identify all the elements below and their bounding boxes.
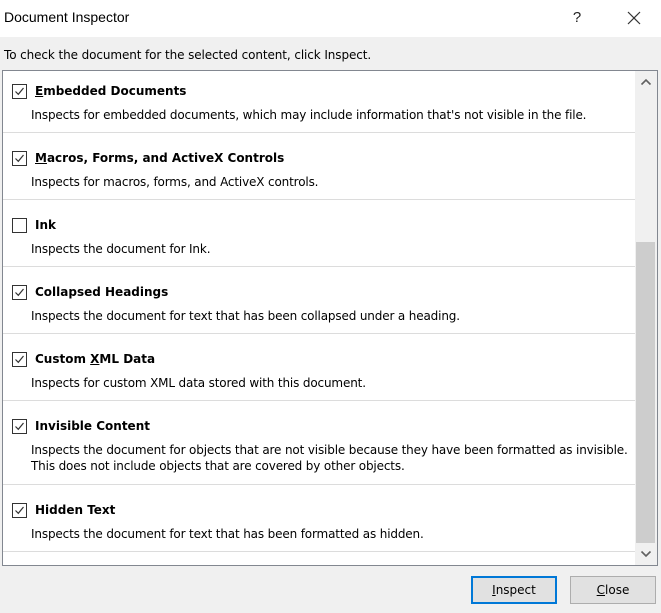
label-accelerator: E	[35, 84, 44, 98]
help-button[interactable]: ?	[566, 6, 588, 30]
label-text: acros, Forms, and ActiveX Controls	[46, 151, 285, 165]
option-description: Inspects the document for text that has …	[31, 527, 424, 541]
close-accelerator: C	[596, 583, 606, 597]
option-description: Inspects for macros, forms, and ActiveX …	[31, 175, 319, 189]
label-text: Ink	[35, 218, 56, 232]
option-label[interactable]: Embedded Documents	[35, 84, 186, 98]
label-text: Invisible Content	[35, 419, 150, 433]
close-label-post: lose	[605, 583, 630, 597]
inspection-options-list: Embedded Documents Inspects for embedded …	[2, 70, 658, 566]
close-window-button[interactable]	[622, 6, 646, 30]
options-items: Embedded Documents Inspects for embedded …	[3, 71, 635, 552]
inspect-button[interactable]: Inspect	[471, 576, 557, 604]
option-label[interactable]: Invisible Content	[35, 419, 150, 433]
option-label[interactable]: Hidden Text	[35, 503, 115, 517]
label-text: Custom	[35, 352, 91, 366]
option-checkbox[interactable]	[12, 151, 27, 166]
option-item: Embedded Documents Inspects for embedded …	[3, 71, 635, 133]
option-description: Inspects the document for objects that a…	[31, 443, 628, 457]
option-label[interactable]: Collapsed Headings	[35, 285, 168, 299]
option-item: Macros, Forms, and ActiveX Controls Inspe…	[3, 133, 635, 200]
scroll-up-button[interactable]	[635, 71, 657, 93]
close-button[interactable]: Close	[570, 576, 656, 604]
option-label[interactable]: Custom XML Data	[35, 352, 155, 366]
label-accelerator: M	[35, 151, 47, 165]
label-text: Hidden Text	[35, 503, 116, 517]
option-checkbox[interactable]	[12, 84, 27, 99]
label-text: Collapsed Headings	[35, 285, 169, 299]
option-checkbox[interactable]	[12, 419, 27, 434]
option-label[interactable]: Macros, Forms, and ActiveX Controls	[35, 151, 284, 165]
option-description: Inspects for custom XML data stored with…	[31, 376, 366, 390]
option-description: Inspects for embedded documents, which m…	[31, 108, 587, 122]
option-checkbox[interactable]	[12, 352, 27, 367]
option-description: Inspects the document for Ink.	[31, 242, 211, 256]
option-checkbox[interactable]	[12, 218, 27, 233]
vertical-scrollbar[interactable]	[635, 71, 657, 565]
checkmark-icon	[15, 154, 24, 163]
option-item: Ink Inspects the document for Ink.	[3, 200, 635, 267]
label-text: mbedded Documents	[43, 84, 187, 98]
inspect-label-post: nspect	[495, 583, 536, 597]
chevron-up-icon	[640, 78, 652, 86]
checkmark-icon	[15, 288, 24, 297]
option-item: Custom XML Data Inspects for custom XML d…	[3, 334, 635, 401]
option-description: Inspects the document for text that has …	[31, 309, 460, 323]
scrollbar-thumb[interactable]	[636, 241, 655, 543]
option-item: Invisible Content Inspects the document f…	[3, 401, 635, 485]
checkmark-icon	[15, 422, 24, 431]
option-item: Collapsed Headings Inspects the document …	[3, 267, 635, 334]
checkmark-icon	[15, 506, 24, 515]
option-checkbox[interactable]	[12, 503, 27, 518]
checkmark-icon	[15, 355, 24, 364]
option-item: Hidden Text Inspects the document for tex…	[3, 485, 635, 552]
checkmark-icon	[15, 87, 24, 96]
option-checkbox[interactable]	[12, 285, 27, 300]
window-title: Document Inspector	[4, 9, 130, 25]
instructions-text: To check the document for the selected c…	[4, 48, 372, 62]
option-label[interactable]: Ink	[35, 218, 56, 232]
label-text: ML Data	[99, 352, 156, 366]
chevron-down-icon	[640, 550, 652, 558]
title-bar: Document Inspector ?	[0, 0, 661, 37]
scroll-down-button[interactable]	[635, 543, 657, 565]
close-x-icon	[627, 11, 641, 25]
option-description: This does not include objects that are c…	[31, 459, 405, 473]
